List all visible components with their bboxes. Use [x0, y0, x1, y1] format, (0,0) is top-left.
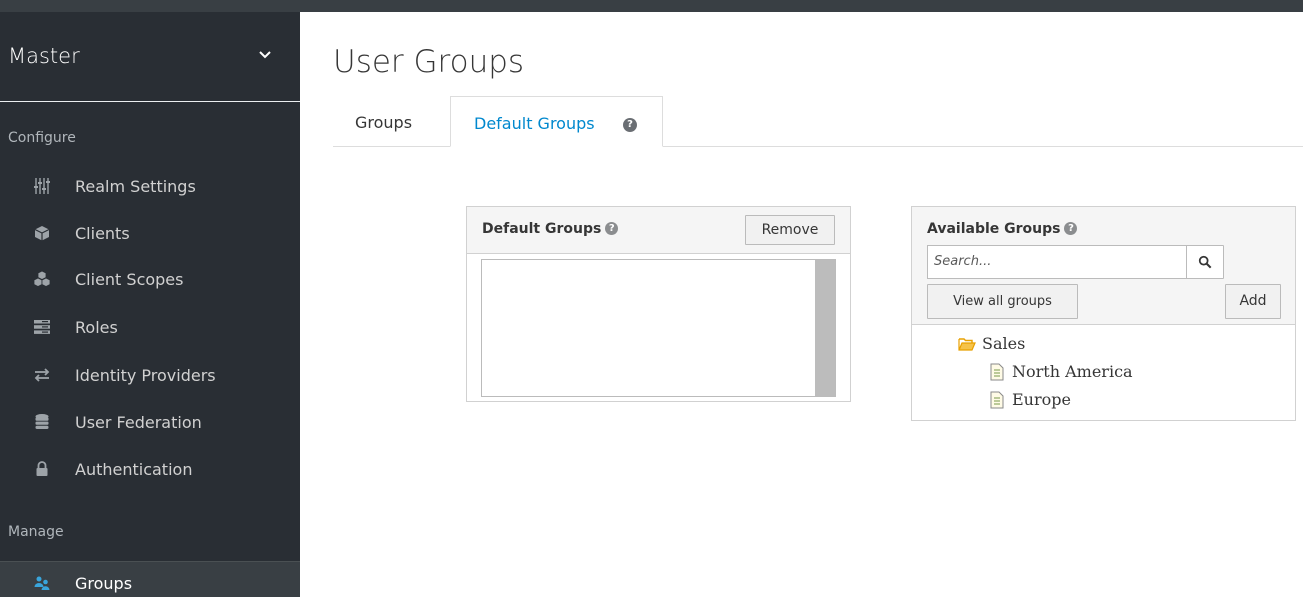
scrollbar[interactable] — [815, 260, 835, 396]
search-icon — [1198, 255, 1212, 269]
page-title: User Groups — [333, 44, 525, 80]
help-icon[interactable]: ? — [1064, 221, 1078, 235]
top-bar — [0, 0, 1303, 12]
tree-node-label: North America — [1012, 362, 1133, 381]
panel-title: Default Groups? — [482, 221, 619, 237]
panel-title: Available Groups? — [927, 221, 1078, 237]
sidebar-item-label: Realm Settings — [75, 177, 196, 196]
users-icon — [34, 576, 50, 590]
view-all-groups-button[interactable]: View all groups — [927, 284, 1078, 319]
sidebar-item-label: Roles — [75, 318, 118, 337]
sidebar-item-label: Client Scopes — [75, 270, 184, 289]
exchange-icon — [34, 368, 50, 382]
tab-groups[interactable]: Groups — [333, 96, 449, 147]
sidebar: Master Configure Realm Settings Clients — [0, 12, 300, 597]
tree-node-label: Sales — [982, 334, 1026, 353]
help-icon[interactable]: ? — [605, 221, 619, 235]
sidebar-item-groups[interactable]: Groups — [0, 561, 300, 597]
add-button[interactable]: Add — [1225, 284, 1281, 319]
sidebar-item-label: Clients — [75, 224, 130, 243]
help-icon[interactable]: ? — [623, 118, 637, 132]
sidebar-item-identity-providers[interactable]: Identity Providers — [0, 354, 300, 398]
default-groups-panel: Default Groups? Remove — [466, 206, 851, 402]
sidebar-item-roles[interactable]: Roles — [0, 306, 300, 350]
panel-title-text: Default Groups — [482, 221, 602, 237]
sidebar-item-label: Groups — [75, 574, 133, 593]
file-icon — [990, 363, 1004, 381]
sidebar-item-label: Authentication — [75, 460, 193, 479]
sidebar-item-authentication[interactable]: Authentication — [0, 448, 300, 492]
database-icon — [35, 414, 49, 429]
manage-label: Manage — [8, 524, 64, 540]
default-groups-listbox[interactable] — [481, 259, 836, 397]
sidebar-item-realm-settings[interactable]: Realm Settings — [0, 165, 300, 209]
panel-header: Available Groups? Search... View all gro… — [912, 207, 1295, 325]
tab-label: Default Groups — [474, 114, 595, 133]
tab-default-groups[interactable]: Default Groups ? — [450, 96, 663, 147]
file-icon — [990, 391, 1004, 409]
folder-open-icon — [958, 338, 976, 351]
cube-icon — [34, 226, 50, 241]
sidebar-item-user-federation[interactable]: User Federation — [0, 401, 300, 445]
search-button[interactable] — [1186, 245, 1224, 279]
remove-button[interactable]: Remove — [745, 215, 835, 245]
sidebar-item-clients[interactable]: Clients — [0, 212, 300, 256]
chevron-down-icon — [259, 51, 271, 59]
cubes-icon — [33, 270, 51, 287]
realm-selector[interactable]: Master — [0, 12, 300, 102]
list-icon — [34, 320, 50, 334]
tree-node-label: Europe — [1012, 390, 1071, 409]
available-groups-panel: Available Groups? Search... View all gro… — [911, 206, 1296, 421]
sliders-icon — [34, 178, 50, 194]
panel-header: Default Groups? Remove — [467, 207, 850, 254]
search-input[interactable]: Search... — [927, 245, 1187, 279]
panel-title-text: Available Groups — [927, 221, 1061, 237]
sidebar-item-label: Identity Providers — [75, 366, 216, 385]
groups-tree: Sales North America Europe — [912, 325, 1295, 420]
sidebar-item-label: User Federation — [75, 413, 202, 432]
configure-label: Configure — [8, 130, 76, 146]
sidebar-item-client-scopes[interactable]: Client Scopes — [0, 258, 300, 302]
realm-name: Master — [8, 44, 80, 68]
lock-icon — [36, 461, 48, 476]
tab-label: Groups — [355, 113, 413, 132]
